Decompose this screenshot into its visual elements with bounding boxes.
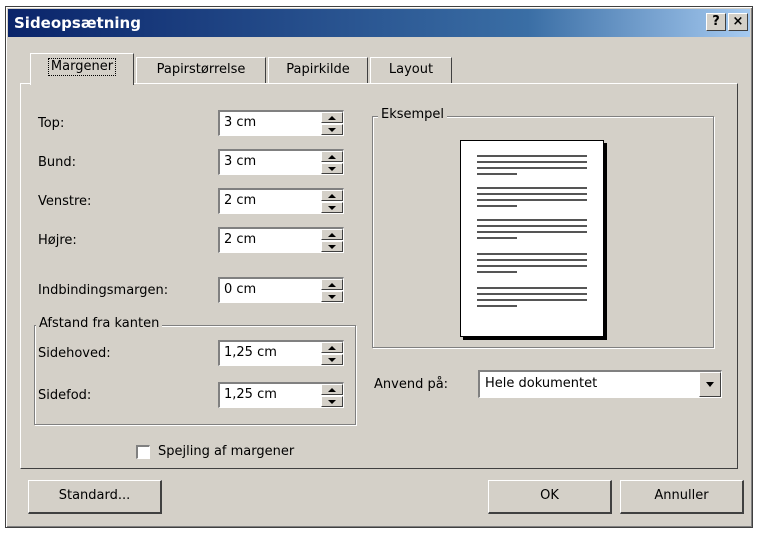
tab-paper-source-label: Papirkilde — [286, 62, 350, 77]
ok-button[interactable]: OK — [488, 480, 612, 514]
tab-layout[interactable]: Layout — [370, 57, 452, 83]
dialog-title: Sideopsætning — [14, 14, 141, 32]
tab-margins[interactable]: Margener — [30, 53, 134, 85]
tab-paper-size[interactable]: Papirstørrelse — [136, 57, 266, 83]
title-bar[interactable]: Sideopsætning ? × — [8, 9, 750, 37]
tab-paper-size-label: Papirstørrelse — [156, 62, 246, 77]
tab-paper-source[interactable]: Papirkilde — [268, 57, 368, 83]
tab-panel-margins — [20, 83, 738, 469]
close-button[interactable]: × — [728, 13, 748, 31]
cancel-button[interactable]: Annuller — [620, 480, 744, 514]
default-button[interactable]: Standard... — [28, 480, 162, 514]
tab-layout-label: Layout — [388, 62, 434, 77]
tab-margins-label: Margener — [47, 58, 117, 76]
help-button[interactable]: ? — [706, 13, 726, 31]
